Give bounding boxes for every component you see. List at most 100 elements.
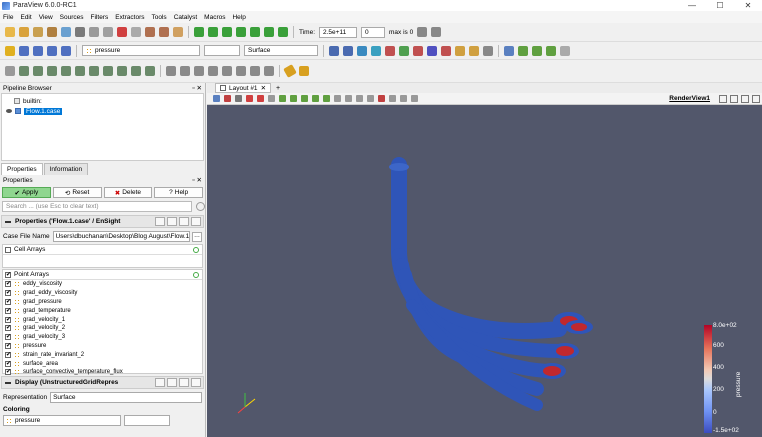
close-button[interactable]: ✕ <box>734 0 762 11</box>
paste-icon[interactable] <box>167 378 177 387</box>
link-camera-icon[interactable] <box>483 45 493 56</box>
array-checkbox[interactable]: ✔ <box>5 316 11 323</box>
view-minus-z-icon[interactable] <box>441 45 451 56</box>
glyph-icon[interactable] <box>89 66 99 76</box>
coloring-dropdown[interactable]: pressure <box>3 415 121 426</box>
contour-icon[interactable] <box>19 66 29 76</box>
dock-float-close-icon[interactable]: ▫ ✕ <box>192 84 202 92</box>
protractor-icon[interactable] <box>299 66 309 76</box>
connect-icon[interactable] <box>61 27 71 37</box>
refresh-icon[interactable] <box>179 378 189 387</box>
component-select[interactable] <box>204 45 240 56</box>
clear-selection-icon[interactable] <box>378 95 385 102</box>
toggle-3d-icon[interactable] <box>235 95 242 102</box>
isometric-view-icon[interactable] <box>455 45 465 56</box>
view-plus-x-icon[interactable] <box>371 45 381 56</box>
tab-layout-1[interactable]: Layout #1 ✕ <box>215 83 272 93</box>
select-cells-through-icon[interactable] <box>279 95 286 102</box>
array-checkbox[interactable]: ✔ <box>5 342 11 349</box>
capture-screenshot-icon[interactable] <box>224 95 231 102</box>
extract-subset-icon[interactable] <box>75 66 85 76</box>
tab-information[interactable]: Information <box>43 163 89 175</box>
render-view-label[interactable]: RenderView1 <box>669 95 710 102</box>
grow-selection-icon[interactable] <box>356 95 363 102</box>
render-view-viewport[interactable] <box>207 105 762 437</box>
subtract-selection-icon[interactable] <box>400 95 407 102</box>
save-data-icon[interactable] <box>19 27 29 37</box>
array-checkbox[interactable]: ✔ <box>5 298 11 305</box>
warp-vector-icon[interactable] <box>117 66 127 76</box>
menu-help[interactable]: Help <box>232 14 245 21</box>
calculator-icon[interactable] <box>5 66 15 76</box>
view-plus-y-icon[interactable] <box>399 45 409 56</box>
extract-level-icon[interactable] <box>145 66 155 76</box>
case-file-input[interactable]: Users\dbuchanan\Desktop\Blog August\Flow… <box>52 231 190 242</box>
add-selection-icon[interactable] <box>389 95 396 102</box>
list-item[interactable]: ✔ grad_eddy_viscosity <box>3 289 202 298</box>
camera-undo-icon[interactable] <box>145 27 155 37</box>
save-defaults-icon[interactable] <box>191 217 201 226</box>
menu-extractors[interactable]: Extractors <box>115 14 144 21</box>
reset-button[interactable]: ⟲ Reset <box>52 187 102 198</box>
cell-arrays-checkbox[interactable] <box>5 246 11 253</box>
list-item[interactable]: ✔ grad_velocity_1 <box>3 315 202 324</box>
shrink-selection-icon[interactable] <box>367 95 374 102</box>
color-map-editor-icon[interactable] <box>5 45 15 56</box>
save-state-icon[interactable] <box>47 27 57 37</box>
python-calculator-icon[interactable] <box>222 66 232 76</box>
list-item[interactable]: ✔ pressure <box>3 342 202 351</box>
menu-view[interactable]: View <box>39 14 53 21</box>
color-array-select[interactable]: pressure <box>82 45 200 56</box>
list-item[interactable]: ✔ eddy_viscosity <box>3 280 202 289</box>
hover-points-icon[interactable] <box>334 95 341 102</box>
copy-icon[interactable] <box>155 378 165 387</box>
toggle-selection-icon[interactable] <box>411 95 418 102</box>
rotate-90-icon[interactable] <box>469 45 479 56</box>
split-vertical-icon[interactable] <box>730 94 738 103</box>
disconnect-icon[interactable] <box>75 27 85 37</box>
previous-frame-icon[interactable] <box>208 27 218 37</box>
point-arrays-list[interactable]: ✔ Point Arrays ✔ eddy_viscosity ✔ grad_edd… <box>2 269 203 376</box>
view-minus-y-icon[interactable] <box>413 45 423 56</box>
group-datasets-icon[interactable] <box>131 66 141 76</box>
undo-icon[interactable] <box>117 27 127 37</box>
time-step-spinbox[interactable]: 0 <box>361 26 386 38</box>
integrate-variables-icon[interactable] <box>208 66 218 76</box>
properties-search-input[interactable]: Search ... (use Esc to clear text) <box>2 201 192 212</box>
split-horizontal-icon[interactable] <box>719 94 727 103</box>
collapse-icon[interactable] <box>5 220 11 223</box>
hover-cells-icon[interactable] <box>345 95 352 102</box>
settings-icon[interactable] <box>89 27 99 37</box>
zoom-in-icon[interactable] <box>417 27 428 37</box>
view-plus-z-icon[interactable] <box>427 45 437 56</box>
minimize-button[interactable]: — <box>678 0 706 11</box>
section-display[interactable]: Display (UnstructuredGridRepres <box>1 376 204 389</box>
array-checkbox[interactable]: ✔ <box>5 281 11 288</box>
select-points-icon[interactable] <box>518 45 528 56</box>
select-polygon-icon[interactable] <box>301 95 308 102</box>
menu-macros[interactable]: Macros <box>204 14 225 21</box>
open-folder-icon[interactable] <box>5 27 15 37</box>
select-points-on-icon[interactable] <box>257 95 264 102</box>
play-icon[interactable] <box>236 27 246 37</box>
selection-mode-icon[interactable] <box>268 95 275 102</box>
descriptive-stats-icon[interactable] <box>264 66 274 76</box>
pick-center-icon[interactable] <box>173 27 183 37</box>
apply-button[interactable]: ✔ Apply <box>2 187 51 198</box>
array-checkbox[interactable]: ✔ <box>5 290 11 297</box>
collapse-icon[interactable] <box>5 381 11 384</box>
coloring-component-dropdown[interactable] <box>124 415 170 426</box>
select-block-icon[interactable] <box>546 45 556 56</box>
histogram-icon[interactable] <box>180 66 190 76</box>
pipeline-item-flow-case[interactable]: Flow.1.case <box>2 106 203 116</box>
menu-edit[interactable]: Edit <box>20 14 31 21</box>
ruler-icon[interactable] <box>283 64 297 78</box>
array-checkbox[interactable]: ✔ <box>5 334 11 341</box>
rescale-custom-icon[interactable] <box>33 45 43 56</box>
probe-icon[interactable] <box>194 66 204 76</box>
camera-icon[interactable] <box>213 95 220 102</box>
interactive-select-icon[interactable] <box>323 95 330 102</box>
menu-sources[interactable]: Sources <box>60 14 84 21</box>
select-blocks-icon[interactable] <box>312 95 319 102</box>
close-tab-icon[interactable]: ✕ <box>261 84 266 92</box>
